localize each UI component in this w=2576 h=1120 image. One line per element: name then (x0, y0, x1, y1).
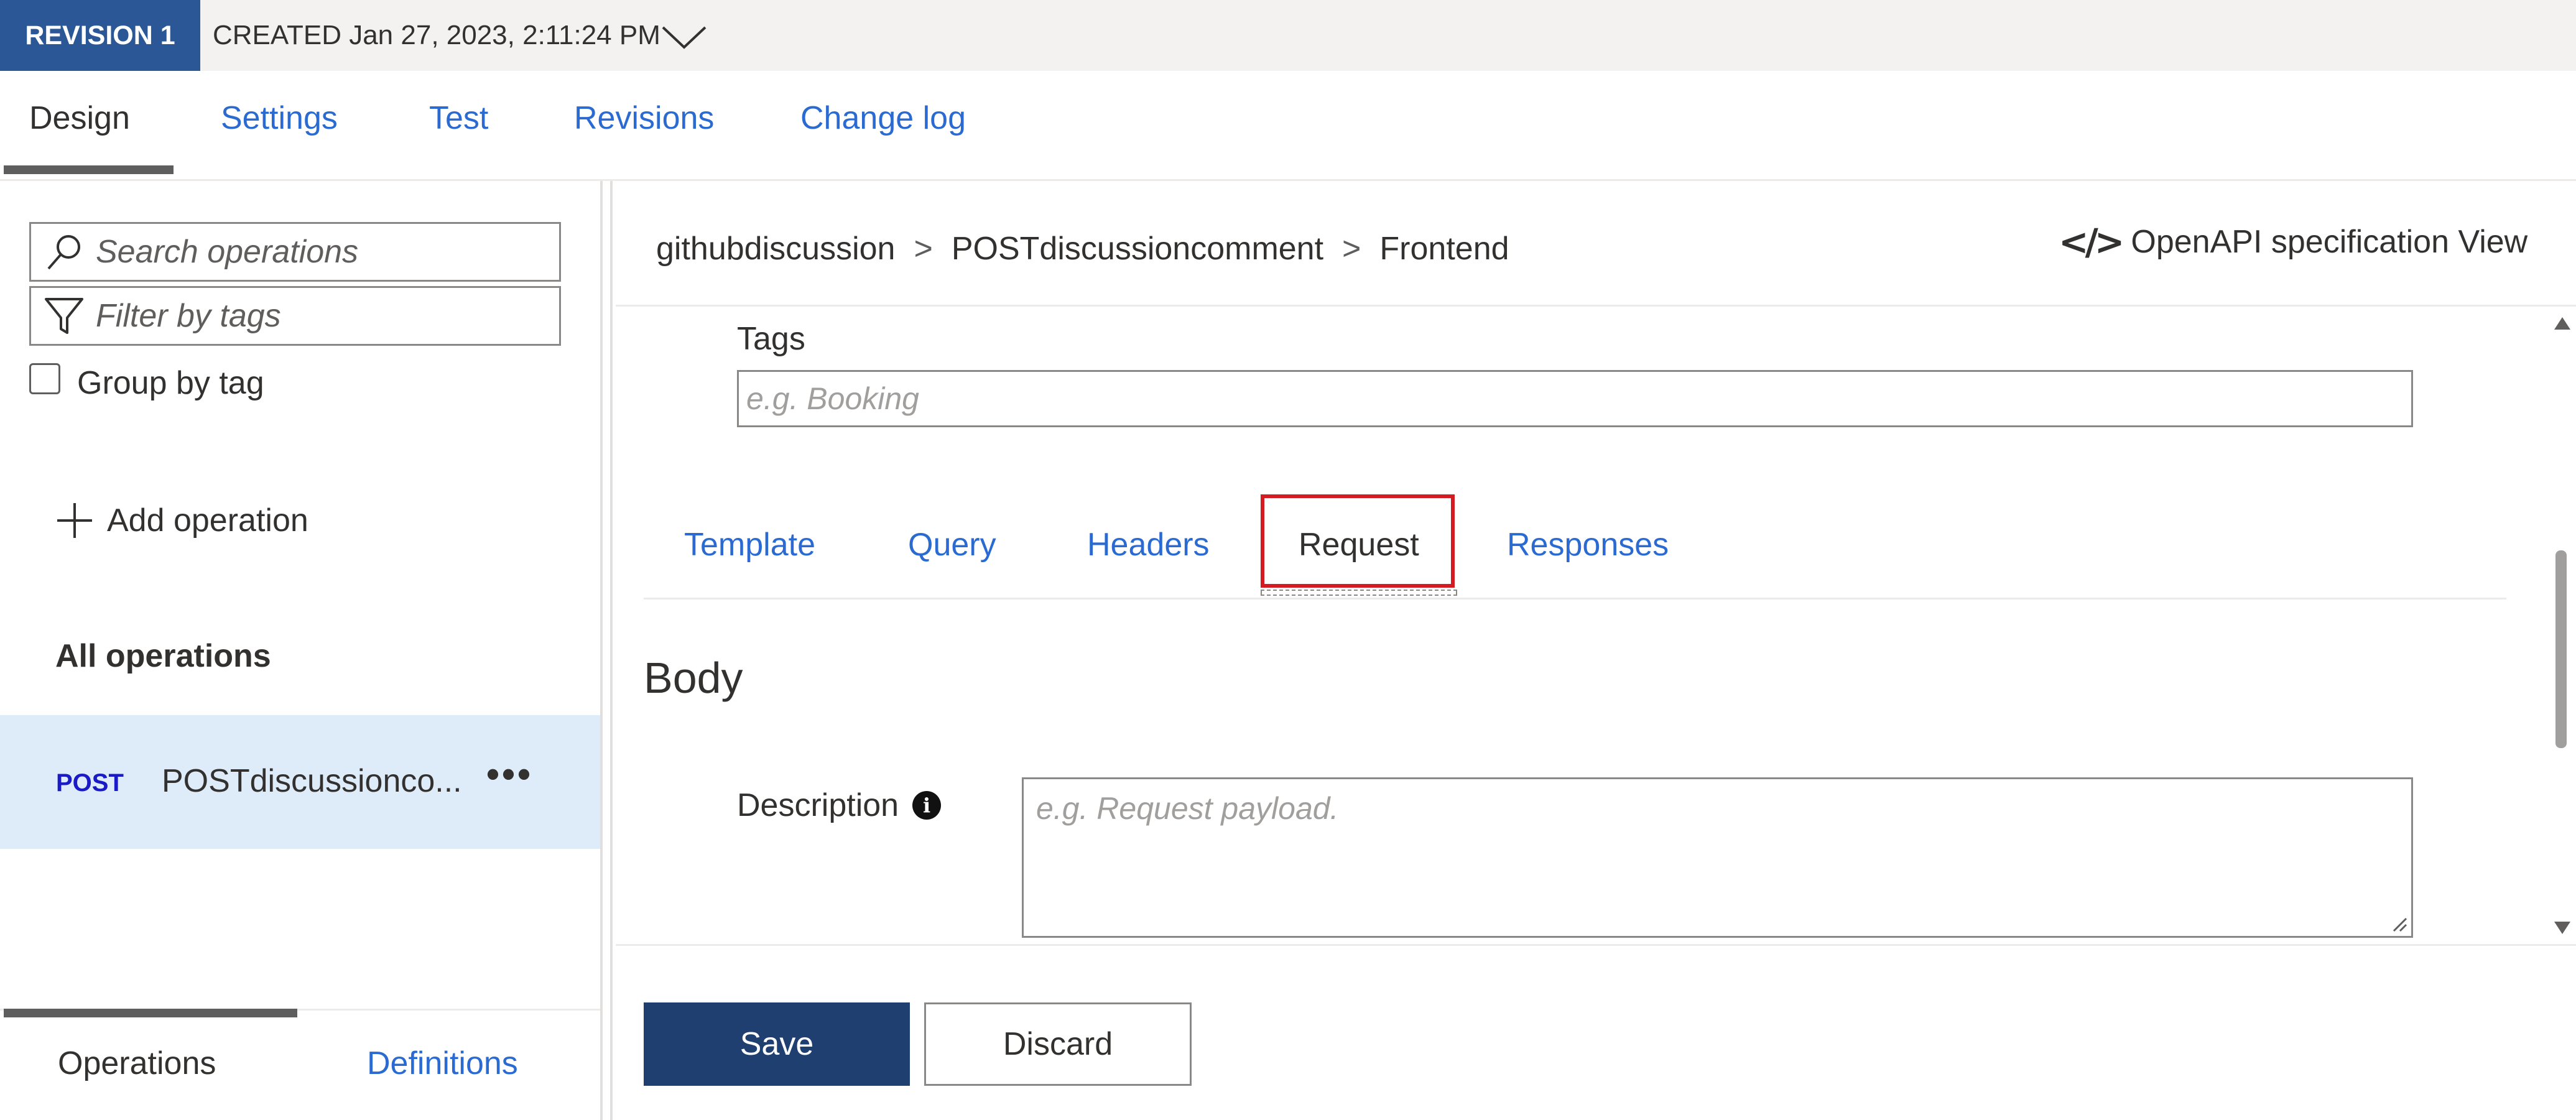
panel-splitter[interactable] (600, 181, 613, 1120)
tab-design[interactable]: Design (29, 100, 130, 137)
openapi-link-label: OpenAPI specification View (2131, 224, 2528, 260)
breadcrumb-api[interactable]: githubdiscussion (656, 230, 895, 267)
active-tab-indicator (4, 165, 174, 174)
tab-template[interactable]: Template (684, 526, 815, 563)
request-tab-highlight-box (1261, 494, 1455, 588)
discard-button[interactable]: Discard (924, 1002, 1192, 1086)
tabs-divider (0, 179, 2576, 181)
scrollbar-thumb[interactable] (2555, 550, 2567, 748)
tab-settings[interactable]: Settings (221, 100, 338, 137)
breadcrumb-separator: > (914, 231, 933, 267)
add-operation-label: Add operation (107, 502, 308, 539)
request-tab-focus-indicator (1261, 590, 1457, 596)
search-input[interactable] (96, 233, 531, 271)
header-divider (616, 305, 2576, 307)
breadcrumb-current: Frontend (1379, 231, 1509, 267)
description-field[interactable] (1022, 777, 2413, 938)
tab-test[interactable]: Test (429, 100, 488, 137)
description-textarea[interactable] (1024, 779, 2411, 936)
plus-icon (57, 503, 92, 538)
bottom-active-tab-indicator (4, 1009, 297, 1017)
search-operations-box[interactable] (29, 222, 561, 282)
group-by-tag-label: Group by tag (77, 365, 264, 401)
openapi-specification-view-link[interactable]: </> OpenAPI specification View (2059, 221, 2527, 263)
filter-by-tags-box[interactable] (29, 286, 561, 346)
subtabs-divider (644, 598, 2506, 599)
filter-icon (45, 298, 83, 334)
add-operation-button[interactable]: Add operation (55, 501, 308, 540)
footer-divider (616, 944, 2576, 946)
tab-query[interactable]: Query (908, 526, 996, 563)
info-icon[interactable]: i (912, 791, 942, 820)
breadcrumb: githubdiscussion > POSTdiscussioncomment… (656, 230, 1509, 267)
code-icon: </> (2059, 221, 2124, 263)
breadcrumb-separator: > (1342, 231, 1361, 267)
tags-field[interactable] (737, 370, 2413, 427)
scroll-up-arrow[interactable] (2554, 317, 2570, 330)
operation-name[interactable]: POSTdiscussionco... (162, 762, 462, 800)
tab-responses[interactable]: Responses (1507, 526, 1669, 563)
scroll-down-arrow[interactable] (2554, 922, 2570, 934)
all-operations-heading[interactable]: All operations (55, 637, 271, 675)
filter-input[interactable] (96, 297, 531, 335)
tags-label: Tags (737, 321, 805, 357)
revision-badge: REVISION 1 (0, 0, 200, 71)
tab-headers[interactable]: Headers (1087, 526, 1210, 563)
tab-operations[interactable]: Operations (58, 1045, 216, 1082)
tab-change-log[interactable]: Change log (800, 100, 966, 137)
search-icon (47, 235, 80, 270)
description-label-group: Description i (737, 787, 942, 824)
tab-definitions[interactable]: Definitions (367, 1045, 518, 1082)
revision-created-date[interactable]: CREATED Jan 27, 2023, 2:11:24 PM (213, 0, 660, 71)
breadcrumb-operation[interactable]: POSTdiscussioncomment (952, 230, 1323, 267)
operation-method-badge: POST (56, 769, 124, 797)
save-button[interactable]: Save (644, 1002, 910, 1086)
body-heading: Body (644, 654, 743, 702)
group-by-tag-checkbox[interactable] (29, 363, 60, 394)
tab-revisions[interactable]: Revisions (574, 100, 714, 137)
chevron-down-icon[interactable] (660, 24, 708, 51)
tags-input[interactable] (739, 372, 2411, 425)
description-label: Description (737, 787, 899, 823)
resize-grip-icon[interactable] (2391, 916, 2407, 932)
more-options-icon[interactable]: ••• (486, 752, 533, 795)
